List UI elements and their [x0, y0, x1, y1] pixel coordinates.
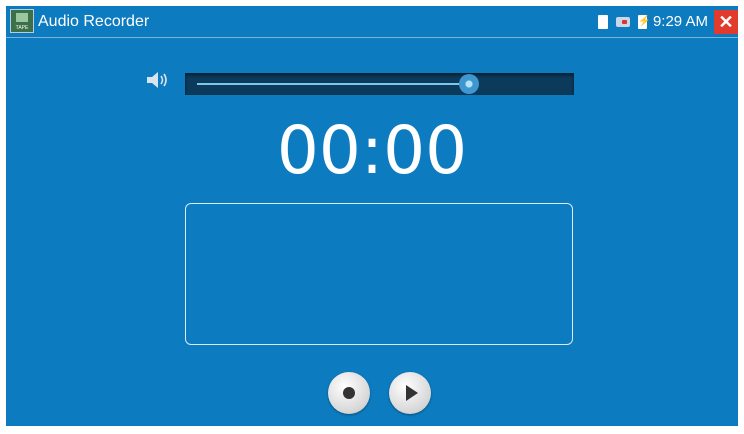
title-bar: TAPE Audio Recorder 9:29 AM ✕ — [6, 6, 738, 38]
app-icon-label: TAPE — [15, 25, 29, 31]
tape-app-icon: TAPE — [10, 9, 34, 33]
recording-area — [185, 203, 573, 345]
record-icon — [343, 387, 355, 399]
play-button[interactable] — [389, 372, 431, 414]
battery-charging-icon — [637, 14, 647, 29]
play-icon — [406, 385, 418, 401]
close-button[interactable]: ✕ — [714, 9, 738, 34]
status-time: 9:29 AM — [652, 13, 708, 30]
volume-fill — [197, 83, 469, 85]
usb-icon — [615, 16, 630, 27]
app-screen: TAPE Audio Recorder 9:29 AM ✕ 00:00 — [6, 6, 738, 426]
speaker-icon — [147, 72, 167, 88]
status-bar: 9:29 AM ✕ — [597, 6, 738, 37]
volume-thumb[interactable] — [459, 74, 479, 94]
record-button[interactable] — [328, 372, 370, 414]
app-title: Audio Recorder — [38, 13, 150, 30]
title-divider — [6, 37, 738, 38]
volume-slider[interactable] — [185, 73, 574, 95]
sd-card-icon — [597, 14, 608, 29]
recording-timer: 00:00 — [276, 112, 468, 189]
